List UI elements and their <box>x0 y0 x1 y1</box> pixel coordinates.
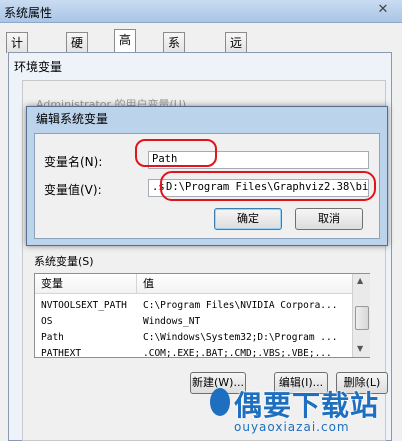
table-row[interactable]: OS Windows_NT <box>35 314 355 329</box>
tab-hardware[interactable]: 硬件 <box>66 32 89 70</box>
ok-button[interactable]: 确定 <box>214 208 282 230</box>
edit-dialog-title: 编辑系统变量 <box>36 112 109 126</box>
scroll-down-icon[interactable]: ▼ <box>357 344 363 353</box>
table-row[interactable]: NVTOOLSEXT_PATH C:\Program Files\NVIDIA … <box>35 298 355 313</box>
tab-computer-name[interactable]: 计算机名 <box>6 32 29 110</box>
system-variables-label: 系统变量(S) <box>34 255 94 268</box>
system-properties-titlebar <box>0 0 402 23</box>
scroll-up-icon[interactable]: ▲ <box>357 276 363 285</box>
watermark-text: 偶要下载站 <box>234 389 380 422</box>
tab-remote[interactable]: 远程 <box>225 32 248 70</box>
column-header-variable[interactable]: 变量 <box>35 274 137 294</box>
table-row[interactable]: Path C:\Windows\System32;D:\Program ... <box>35 330 355 345</box>
highlight-oval-name <box>135 139 217 167</box>
tab-advanced[interactable]: 高级 <box>114 29 137 67</box>
row-value: C:\Program Files\NVIDIA Corpora... <box>143 300 338 311</box>
watermark-url: ouyaoxiazai.com <box>234 420 350 434</box>
row-value: Windows_NT <box>143 316 201 327</box>
column-header-value[interactable]: 值 <box>137 274 369 294</box>
row-variable: OS <box>41 316 53 327</box>
row-value: C:\Windows\System32;D:\Program ... <box>143 332 338 343</box>
row-variable: NVTOOLSEXT_PATH <box>41 300 127 311</box>
environment-variables-title: 环境变量 <box>14 60 63 74</box>
row-variable: Path <box>41 332 64 343</box>
highlight-oval-value <box>160 171 376 201</box>
cancel-button[interactable]: 取消 <box>295 208 363 230</box>
tab-system-protection[interactable]: 系统保护 <box>163 32 186 110</box>
close-icon[interactable]: ✕ <box>368 2 398 18</box>
table-row[interactable]: PATHEXT .COM;.EXE;.BAT;.CMD;.VBS;.VBE;..… <box>35 346 355 358</box>
variable-name-label: 变量名(N): <box>44 155 103 169</box>
system-variables-table[interactable]: 变量 值 NVTOOLSEXT_PATH C:\Program Files\NV… <box>34 273 370 358</box>
scrollbar-thumb[interactable] <box>355 306 369 330</box>
system-properties-title: 系统属性 <box>4 6 53 20</box>
row-value: .COM;.EXE;.BAT;.CMD;.VBS;.VBE;... <box>143 348 332 358</box>
row-variable: PATHEXT <box>41 348 82 358</box>
variable-value-label: 变量值(V): <box>44 183 102 197</box>
watermark-logo-icon <box>210 388 230 416</box>
site-watermark: 偶要下载站 ouyaoxiazai.com <box>210 384 400 440</box>
